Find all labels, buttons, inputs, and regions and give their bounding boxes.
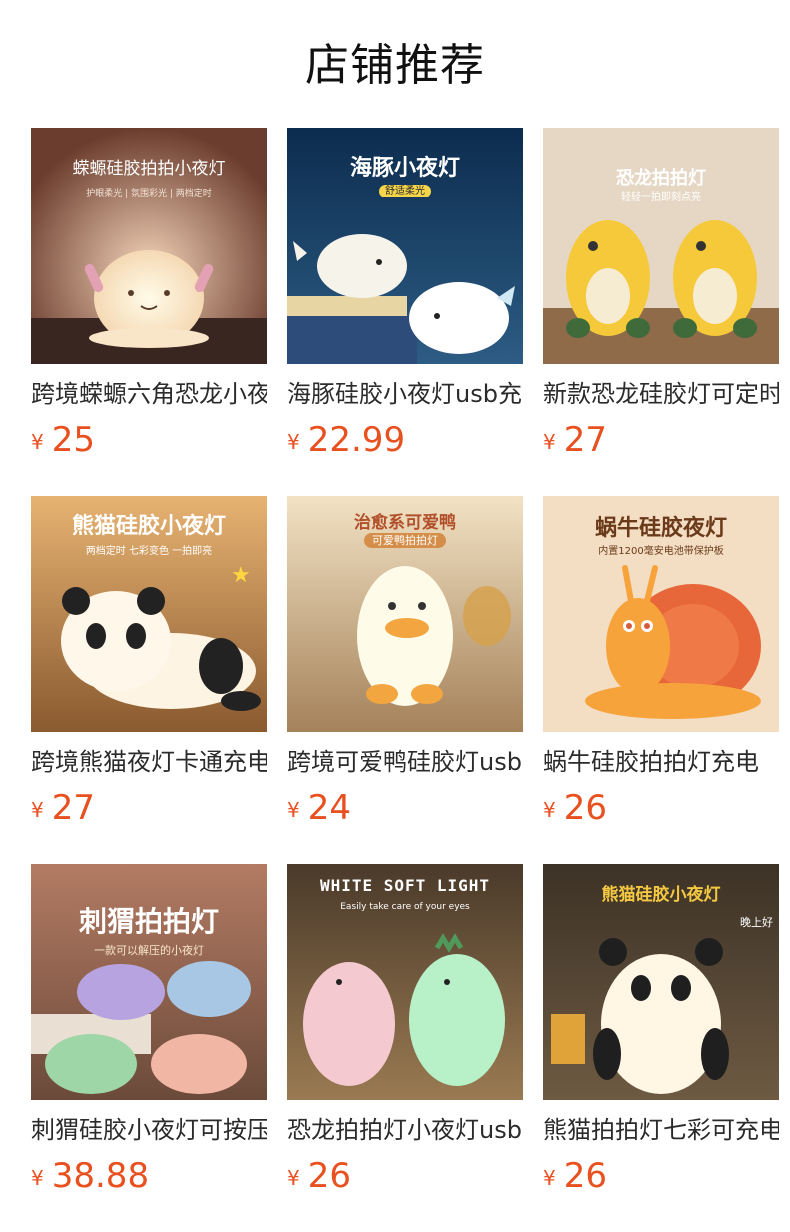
thumb-title: 熊猫硅胶小夜灯 [71, 514, 226, 539]
product-name[interactable]: 恐龙拍拍灯小夜灯usb [287, 1114, 523, 1146]
thumb-subtitle: 两档定时 七彩变色 一拍即亮 [85, 546, 213, 557]
page-title: 店铺推荐 [305, 40, 485, 91]
product-price: ¥27 [543, 420, 779, 460]
product-image[interactable]: 刺猬拍拍灯 一款可以解压的小夜灯 [31, 864, 267, 1100]
price-amount: 38.88 [51, 1156, 150, 1196]
product-card[interactable]: WHITE SOFT LIGHT Easily take care of you… [287, 864, 523, 1232]
product-image[interactable]: 恐龙拍拍灯 轻轻一拍即刻点亮 [543, 128, 779, 364]
thumb-subtitle: 内置1200毫安电池带保护板 [598, 546, 724, 557]
product-name[interactable]: 新款恐龙硅胶灯可定时 [543, 378, 779, 410]
product-image[interactable]: 海豚小夜灯 舒适柔光 [287, 128, 523, 364]
thumb-title: 治愈系可爱鸭 [354, 513, 456, 533]
thumb-subtitle: Easily take care of your eyes [340, 902, 470, 912]
price-amount: 26 [563, 1156, 607, 1196]
product-image[interactable]: ★ 熊猫硅胶小夜灯 两档定时 七彩变色 一拍即亮 [31, 496, 267, 732]
product-name[interactable]: 跨境熊猫夜灯卡通充电 [31, 746, 267, 778]
thumb-subtitle: 舒适柔光 [287, 182, 523, 197]
thumb-title: 海豚小夜灯 [349, 156, 460, 181]
product-image[interactable]: 治愈系可爱鸭 可爱鸭拍拍灯 [287, 496, 523, 732]
product-price: ¥38.88 [31, 1156, 267, 1196]
product-card[interactable]: 蝾螈硅胶拍拍小夜灯 护眼柔光 | 氛围彩光 | 两档定时 跨境蝾螈六角恐龙小夜灯… [31, 128, 267, 496]
product-name[interactable]: 熊猫拍拍灯七彩可充电 [543, 1114, 779, 1146]
price-amount: 25 [51, 420, 95, 460]
product-card[interactable]: 海豚小夜灯 舒适柔光 海豚硅胶小夜灯usb充电 ¥22.99 [287, 128, 523, 496]
thumb-subtitle: 可爱鸭拍拍灯 [287, 532, 523, 548]
thumb-subtitle: 晚上好 [740, 916, 773, 929]
currency-symbol: ¥ [287, 430, 300, 454]
product-price: ¥26 [287, 1156, 523, 1196]
dinosaur-pair-lamp-icon [287, 864, 523, 1100]
product-card[interactable]: 熊猫硅胶小夜灯 晚上好 熊猫拍拍灯七彩可充电 ¥26 [543, 864, 779, 1232]
product-card[interactable]: 恐龙拍拍灯 轻轻一拍即刻点亮 新款恐龙硅胶灯可定时 ¥27 [543, 128, 779, 496]
product-image[interactable]: 熊猫硅胶小夜灯 晚上好 [543, 864, 779, 1100]
price-amount: 26 [307, 1156, 351, 1196]
currency-symbol: ¥ [543, 1166, 556, 1190]
thumb-title: 刺猬拍拍灯 [78, 905, 219, 938]
product-name[interactable]: 跨境蝾螈六角恐龙小夜灯 [31, 378, 267, 410]
currency-symbol: ¥ [287, 1166, 300, 1190]
product-price: ¥25 [31, 420, 267, 460]
product-name[interactable]: 海豚硅胶小夜灯usb充电 [287, 378, 523, 410]
currency-symbol: ¥ [31, 1166, 44, 1190]
price-amount: 22.99 [307, 420, 406, 460]
product-name[interactable]: 刺猬硅胶小夜灯可按压 [31, 1114, 267, 1146]
thumb-title: 熊猫硅胶小夜灯 [601, 885, 721, 905]
currency-symbol: ¥ [287, 798, 300, 822]
product-card[interactable]: ★ 熊猫硅胶小夜灯 两档定时 七彩变色 一拍即亮 跨境熊猫夜灯卡通充电 ¥27 [31, 496, 267, 864]
svg-text:★: ★ [231, 563, 251, 588]
thumb-title: 蝾螈硅胶拍拍小夜灯 [72, 159, 226, 179]
product-price: ¥27 [31, 788, 267, 828]
thumb-subtitle: 护眼柔光 | 氛围彩光 | 两档定时 [86, 189, 212, 199]
product-price: ¥24 [287, 788, 523, 828]
product-image[interactable]: WHITE SOFT LIGHT Easily take care of you… [287, 864, 523, 1100]
price-amount: 26 [563, 788, 607, 828]
currency-symbol: ¥ [31, 798, 44, 822]
product-price: ¥26 [543, 1156, 779, 1196]
product-grid: 蝾螈硅胶拍拍小夜灯 护眼柔光 | 氛围彩光 | 两档定时 跨境蝾螈六角恐龙小夜灯… [31, 128, 779, 1232]
product-price: ¥26 [543, 788, 779, 828]
product-image[interactable]: 蝾螈硅胶拍拍小夜灯 护眼柔光 | 氛围彩光 | 两档定时 [31, 128, 267, 364]
currency-symbol: ¥ [31, 430, 44, 454]
thumb-title: 蜗牛硅胶夜灯 [594, 516, 727, 541]
thumb-title: 恐龙拍拍灯 [616, 168, 706, 189]
product-card[interactable]: 治愈系可爱鸭 可爱鸭拍拍灯 跨境可爱鸭硅胶灯usb ¥24 [287, 496, 523, 864]
thumb-subtitle: 轻轻一拍即刻点亮 [621, 192, 701, 203]
currency-symbol: ¥ [543, 798, 556, 822]
price-amount: 27 [51, 788, 95, 828]
product-name[interactable]: 跨境可爱鸭硅胶灯usb [287, 746, 523, 778]
price-amount: 24 [307, 788, 351, 828]
thumb-title: WHITE SOFT LIGHT [319, 876, 491, 895]
currency-symbol: ¥ [543, 430, 556, 454]
thumb-subtitle: 一款可以解压的小夜灯 [94, 944, 204, 957]
product-image[interactable]: 蜗牛硅胶夜灯 内置1200毫安电池带保护板 [543, 496, 779, 732]
product-card[interactable]: 蜗牛硅胶夜灯 内置1200毫安电池带保护板 蜗牛硅胶拍拍灯充电 ¥26 [543, 496, 779, 864]
product-card[interactable]: 刺猬拍拍灯 一款可以解压的小夜灯 刺猬硅胶小夜灯可按压 ¥38.88 [31, 864, 267, 1232]
price-amount: 27 [563, 420, 607, 460]
product-price: ¥22.99 [287, 420, 523, 460]
product-name[interactable]: 蜗牛硅胶拍拍灯充电 [543, 746, 779, 778]
